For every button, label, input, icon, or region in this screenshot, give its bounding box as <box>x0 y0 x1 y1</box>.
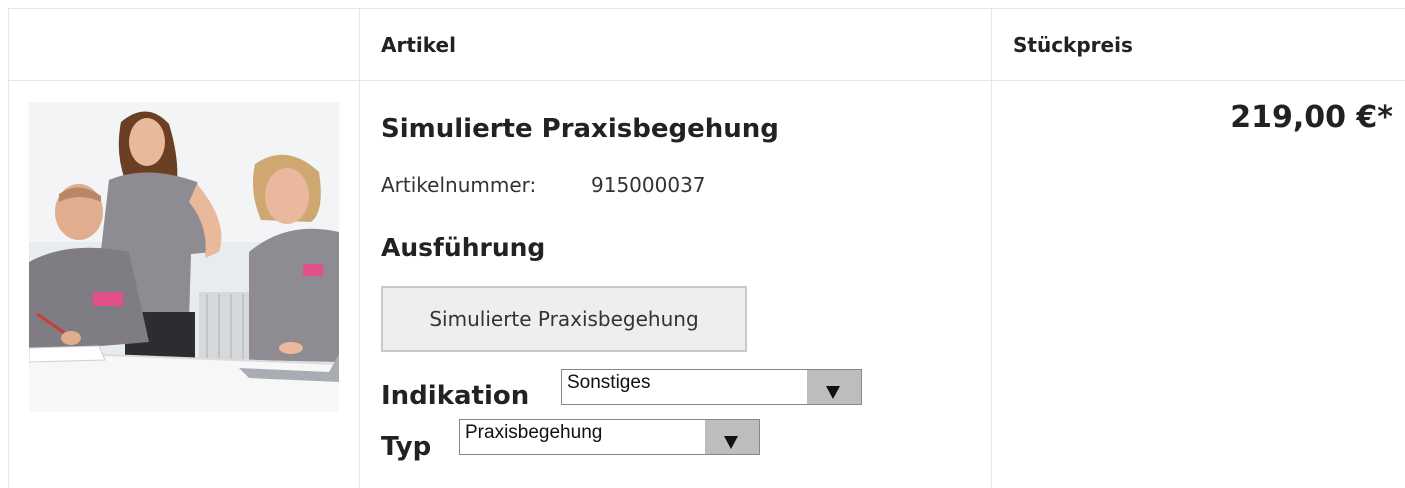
header-divider <box>8 80 1405 81</box>
product-title[interactable]: Simulierte Praxisbegehung <box>381 114 779 144</box>
table-top-border <box>8 8 1405 9</box>
column-divider-2 <box>991 8 992 488</box>
chevron-down-icon <box>826 386 840 399</box>
column-divider-left <box>8 8 9 488</box>
typ-label: Typ <box>381 432 432 462</box>
unit-price: 219,00 €* <box>1230 100 1393 135</box>
typ-selected-value: Praxisbegehung <box>465 422 603 443</box>
cart-table: Artikel Stückpreis Simulierte Praxisbege… <box>8 8 1405 488</box>
ausfuehrung-option-button[interactable]: Simulierte Praxisbegehung <box>381 286 747 352</box>
chevron-down-icon <box>724 436 738 449</box>
indikation-label: Indikation <box>381 381 530 411</box>
indikation-dropdown-button[interactable] <box>807 370 861 404</box>
product-image[interactable] <box>29 102 339 412</box>
typ-select[interactable]: Praxisbegehung <box>459 419 760 455</box>
indikation-select[interactable]: Sonstiges <box>561 369 862 405</box>
product-photo-icon <box>29 102 339 412</box>
column-divider-1 <box>359 8 360 488</box>
indikation-selected-value: Sonstiges <box>567 372 651 393</box>
header-stueckpreis: Stückpreis <box>1013 33 1133 57</box>
header-artikel: Artikel <box>381 33 456 57</box>
artikelnummer-label: Artikelnummer: <box>381 173 537 197</box>
typ-dropdown-button[interactable] <box>705 420 759 454</box>
ausfuehrung-heading: Ausführung <box>381 233 546 262</box>
artikelnummer-value: 915000037 <box>591 173 706 197</box>
